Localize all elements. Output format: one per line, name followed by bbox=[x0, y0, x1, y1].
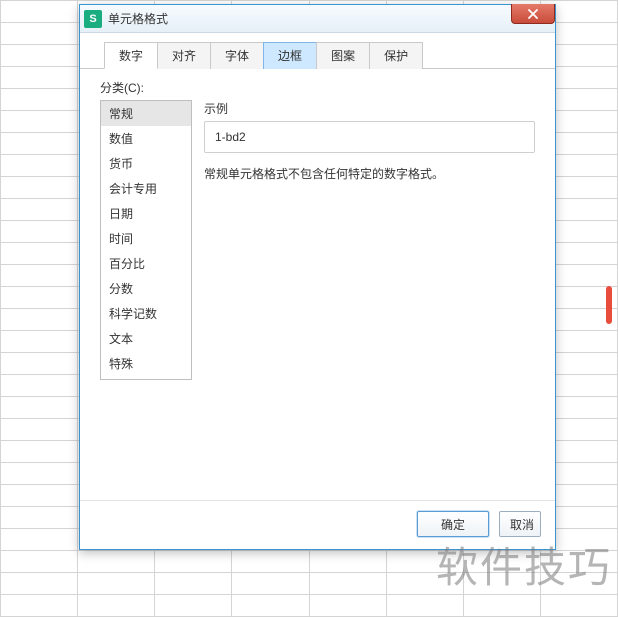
cell[interactable] bbox=[1, 551, 78, 573]
cell[interactable] bbox=[1, 265, 78, 287]
cell[interactable] bbox=[1, 155, 78, 177]
cell[interactable] bbox=[1, 67, 78, 89]
cell[interactable] bbox=[1, 529, 78, 551]
cell[interactable] bbox=[155, 551, 232, 573]
cancel-button[interactable]: 取消 bbox=[499, 511, 541, 537]
cell[interactable] bbox=[1, 595, 78, 617]
cell[interactable] bbox=[78, 595, 155, 617]
cell[interactable] bbox=[1, 397, 78, 419]
format-description: 常规单元格格式不包含任何特定的数字格式。 bbox=[204, 165, 535, 184]
cell[interactable] bbox=[1, 23, 78, 45]
cell[interactable] bbox=[540, 573, 617, 595]
right-pane: 示例 1-bd2 常规单元格格式不包含任何特定的数字格式。 bbox=[204, 100, 535, 494]
cell[interactable] bbox=[540, 551, 617, 573]
cell[interactable] bbox=[309, 573, 386, 595]
cell[interactable] bbox=[309, 595, 386, 617]
cell[interactable] bbox=[1, 331, 78, 353]
cell[interactable] bbox=[1, 89, 78, 111]
cell[interactable] bbox=[1, 177, 78, 199]
cell[interactable] bbox=[155, 573, 232, 595]
close-button[interactable] bbox=[511, 4, 555, 24]
close-icon bbox=[527, 9, 539, 19]
cell[interactable] bbox=[386, 573, 463, 595]
example-value: 1-bd2 bbox=[204, 121, 535, 153]
tab-2[interactable]: 字体 bbox=[210, 42, 264, 69]
cell[interactable] bbox=[463, 573, 540, 595]
category-item[interactable]: 时间 bbox=[101, 226, 191, 251]
cell[interactable] bbox=[78, 573, 155, 595]
cell[interactable] bbox=[1, 309, 78, 331]
tab-1[interactable]: 对齐 bbox=[157, 42, 211, 69]
category-item[interactable]: 会计专用 bbox=[101, 176, 191, 201]
cell[interactable] bbox=[540, 595, 617, 617]
category-item[interactable]: 货币 bbox=[101, 151, 191, 176]
cell[interactable] bbox=[1, 1, 78, 23]
cell[interactable] bbox=[155, 595, 232, 617]
cell[interactable] bbox=[1, 375, 78, 397]
tab-3[interactable]: 边框 bbox=[263, 42, 317, 69]
category-item[interactable]: 分数 bbox=[101, 276, 191, 301]
cell[interactable] bbox=[1, 221, 78, 243]
dialog-footer: 确定 取消 bbox=[80, 500, 555, 549]
cell[interactable] bbox=[463, 551, 540, 573]
cell[interactable] bbox=[1, 485, 78, 507]
scrollbar-marker bbox=[606, 286, 612, 324]
example-label: 示例 bbox=[204, 100, 535, 117]
category-list[interactable]: 常规数值货币会计专用日期时间百分比分数科学记数文本特殊自定义 bbox=[100, 100, 192, 380]
cell[interactable] bbox=[386, 551, 463, 573]
dialog-body: 分类(C): 常规数值货币会计专用日期时间百分比分数科学记数文本特殊自定义 示例… bbox=[80, 69, 555, 500]
category-label: 分类(C): bbox=[100, 79, 535, 96]
category-item[interactable]: 科学记数 bbox=[101, 301, 191, 326]
cell[interactable] bbox=[1, 199, 78, 221]
cell[interactable] bbox=[232, 551, 309, 573]
category-item[interactable]: 文本 bbox=[101, 326, 191, 351]
cell[interactable] bbox=[232, 573, 309, 595]
category-item[interactable]: 日期 bbox=[101, 201, 191, 226]
app-icon: S bbox=[84, 10, 102, 28]
cell[interactable] bbox=[1, 243, 78, 265]
cell[interactable] bbox=[1, 463, 78, 485]
category-item[interactable]: 常规 bbox=[101, 101, 191, 126]
cell[interactable] bbox=[309, 551, 386, 573]
category-item[interactable]: 百分比 bbox=[101, 251, 191, 276]
cell[interactable] bbox=[1, 45, 78, 67]
category-item[interactable]: 数值 bbox=[101, 126, 191, 151]
cell[interactable] bbox=[1, 133, 78, 155]
category-item[interactable]: 特殊 bbox=[101, 351, 191, 376]
category-item[interactable]: 自定义 bbox=[101, 376, 191, 380]
cell-format-dialog: S 单元格格式 数字对齐字体边框图案保护 分类(C): 常规数值货币会计专用日期… bbox=[79, 4, 556, 550]
cell[interactable] bbox=[463, 595, 540, 617]
cell[interactable] bbox=[386, 595, 463, 617]
titlebar[interactable]: S 单元格格式 bbox=[80, 5, 555, 33]
cell[interactable] bbox=[1, 419, 78, 441]
cell[interactable] bbox=[1, 441, 78, 463]
ok-button[interactable]: 确定 bbox=[417, 511, 489, 537]
cell[interactable] bbox=[1, 287, 78, 309]
tab-0[interactable]: 数字 bbox=[104, 42, 158, 69]
cell[interactable] bbox=[1, 111, 78, 133]
tab-5[interactable]: 保护 bbox=[369, 42, 423, 69]
window-title: 单元格格式 bbox=[108, 10, 168, 27]
cell[interactable] bbox=[1, 573, 78, 595]
cell[interactable] bbox=[232, 595, 309, 617]
cell[interactable] bbox=[78, 551, 155, 573]
cell[interactable] bbox=[1, 507, 78, 529]
cell[interactable] bbox=[1, 353, 78, 375]
tab-4[interactable]: 图案 bbox=[316, 42, 370, 69]
tabs: 数字对齐字体边框图案保护 bbox=[80, 33, 555, 69]
